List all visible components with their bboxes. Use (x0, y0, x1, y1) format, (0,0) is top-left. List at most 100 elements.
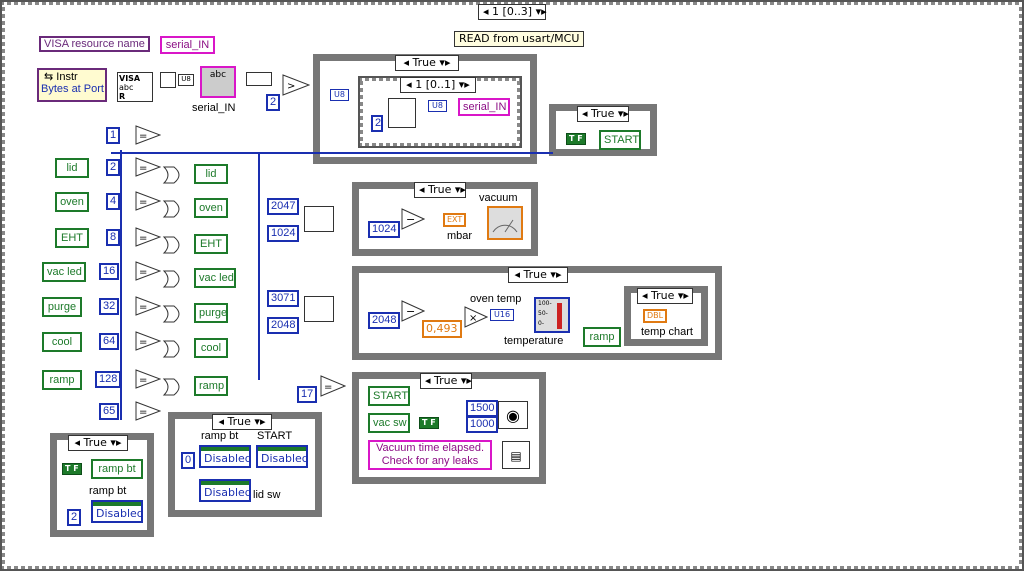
case-chart-selector[interactable]: ◂ True ▾▸ (637, 288, 693, 304)
ramp-bt-prop-disabled: Disabled (199, 445, 252, 468)
bool-ctrl-ramp[interactable]: ramp (42, 370, 82, 390)
svg-text:>: > (287, 81, 295, 92)
const-1000[interactable]: 1000 (466, 416, 499, 433)
beep-icon: ◉ (498, 401, 528, 429)
serial-in-control[interactable]: serial_IN (160, 36, 215, 54)
const-3071[interactable]: 3071 (267, 290, 300, 307)
const-2-ramp[interactable]: 2 (67, 509, 82, 526)
bool-ctrl-vac-led[interactable]: vac led (42, 262, 86, 282)
svg-text:−: − (406, 213, 415, 226)
temp-chart-label: temp chart (641, 326, 693, 338)
const-2-top[interactable]: 2 (266, 94, 280, 111)
ramp-oven-control[interactable]: ramp (583, 327, 621, 347)
vacuum-message: Vacuum time elapsed. Check for any leaks (368, 440, 492, 470)
const-2047[interactable]: 2047 (267, 198, 300, 215)
svg-text:=: = (139, 131, 147, 142)
visa-resource-control[interactable]: VISA resource name (39, 36, 150, 52)
oven-temp-label: oven temp (470, 293, 522, 305)
case-ramp-selector[interactable]: ◂ True ▾▸ (68, 435, 128, 451)
bool-constant-alarm[interactable]: T F (419, 417, 439, 429)
const-2048-b[interactable]: 2048 (368, 312, 401, 329)
mask-const-4[interactable]: 4 (106, 193, 121, 210)
ramp-bt-indicator: ramp bt (91, 459, 143, 479)
inner-sequence-selector[interactable]: ◂ 1 [0..1] ▾▸ (400, 77, 476, 93)
serial-in-output: serial_IN (458, 98, 510, 116)
start-prop-disabled: Disabled (256, 445, 309, 468)
serial-in-indicator: abc (200, 66, 236, 98)
equal-compare-node: = (135, 191, 161, 211)
lid-sw-label: lid sw (253, 489, 281, 501)
svg-text:=: = (139, 163, 147, 174)
const-0[interactable]: 0 (181, 452, 196, 469)
svg-text:=: = (139, 337, 147, 348)
case-property-selector[interactable]: ◂ True ▾▸ (212, 414, 272, 430)
const-1024-a[interactable]: 1024 (267, 225, 300, 242)
equal-node-17: = (320, 375, 346, 397)
u8-index-node: U8 (330, 89, 349, 101)
case-start-selector[interactable]: ◂ True ▾▸ (577, 106, 629, 122)
svg-text:=: = (139, 375, 147, 386)
svg-text:=: = (324, 382, 332, 393)
const-1500[interactable]: 1500 (466, 400, 499, 417)
bool-ind-oven: oven (194, 198, 228, 218)
start-prop-label: START (257, 430, 293, 442)
u8-conversion-node (160, 72, 176, 88)
equal-compare-node: = (135, 401, 161, 421)
bool-ctrl-lid[interactable]: lid (55, 158, 89, 178)
ramp-bt-disabled-node: Disabled (91, 500, 144, 523)
main-wire-2 (321, 152, 553, 154)
mask-const-32[interactable]: 32 (99, 298, 120, 315)
multiply-node: × (464, 306, 488, 328)
index-array-node (388, 98, 416, 128)
xor-node (162, 200, 186, 218)
subtract-node-oven: − (401, 300, 425, 322)
block-diagram: ◂ 1 [0..3] ▾▸ READ from usart/MCU VISA r… (0, 0, 1024, 571)
mask-const-16[interactable]: 16 (99, 263, 120, 280)
const-17[interactable]: 17 (297, 386, 318, 403)
start-alarm-indicator: START (368, 386, 410, 406)
outer-sequence-selector[interactable]: ◂ 1 [0..3] ▾▸ (478, 4, 547, 20)
const-1024-b[interactable]: 1024 (368, 221, 401, 238)
xor-node (162, 236, 186, 254)
bool-ctrl-cool[interactable]: cool (42, 332, 82, 352)
bool-ctrl-EHT[interactable]: EHT (55, 228, 89, 248)
vac-sw-indicator: vac sw (368, 413, 410, 433)
mask-const-64[interactable]: 64 (99, 333, 120, 350)
temperature-thermometer: 100- 50- 0- (534, 297, 570, 333)
case-oven-selector[interactable]: ◂ True ▾▸ (508, 267, 568, 283)
mask-const-65[interactable]: 65 (99, 403, 120, 420)
ramp-bt-label: ramp bt (89, 485, 127, 497)
dialog-icon: ▤ (502, 441, 530, 469)
mask-const-1[interactable]: 1 (106, 127, 121, 144)
case-serial-selector[interactable]: ◂ True ▾▸ (395, 55, 459, 71)
bool-ctrl-purge[interactable]: purge (42, 297, 82, 317)
factor-const[interactable]: 0,493 (422, 320, 462, 338)
u8-inner-node: U8 (428, 100, 447, 112)
vacuum-gauge-indicator (487, 206, 523, 240)
mask-const-8[interactable]: 8 (106, 229, 121, 246)
bool-ind-lid: lid (194, 164, 228, 184)
equal-compare-node: = (135, 331, 161, 351)
xor-node (162, 305, 186, 323)
in-range-node-vacuum (304, 206, 334, 232)
lid-sw-prop-disabled: Disabled (199, 479, 252, 502)
mask-const-2[interactable]: 2 (106, 159, 121, 176)
case-vacuum-selector[interactable]: ◂ True ▾▸ (414, 182, 466, 198)
equal-compare-node: = (135, 227, 161, 247)
equal-compare-node: = (135, 369, 161, 389)
in-range-node-oven (304, 296, 334, 322)
mask-const-128[interactable]: 128 (95, 371, 122, 388)
bool-ctrl-oven[interactable]: oven (55, 192, 89, 212)
xor-node (162, 166, 186, 184)
xor-node (162, 270, 186, 288)
visa-property-node[interactable]: ⇆ Instr Bytes at Port (37, 68, 107, 102)
mbar-label: mbar (447, 230, 473, 242)
svg-text:=: = (139, 197, 147, 208)
case-alarm-selector[interactable]: ◂ True ▾▸ (420, 373, 472, 389)
const-2-inner[interactable]: 2 (371, 115, 383, 132)
bool-constant-start[interactable]: T F (566, 133, 586, 145)
bool-constant-ramp[interactable]: T F (62, 463, 82, 475)
bool-ind-vac-led: vac led (194, 268, 236, 288)
visa-read-node[interactable]: VISA abc R (117, 72, 153, 102)
const-2048-a[interactable]: 2048 (267, 317, 300, 334)
